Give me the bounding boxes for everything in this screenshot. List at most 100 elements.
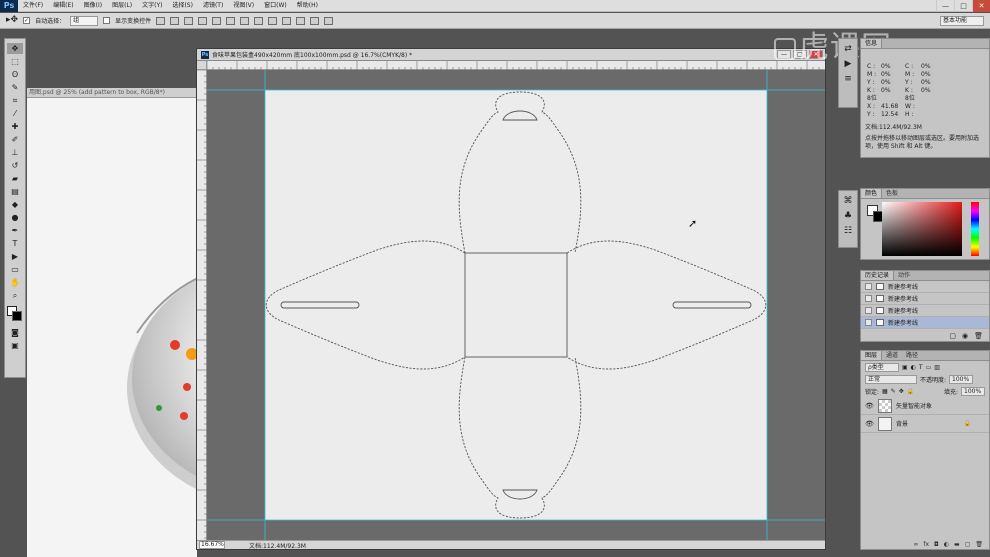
type-tool-icon[interactable]: T <box>7 238 23 249</box>
dodge-tool-icon[interactable]: ● <box>7 212 23 223</box>
tab-channels[interactable]: 通道 <box>882 351 902 360</box>
hand-tool-icon[interactable]: ✋ <box>7 277 23 288</box>
lock-position-icon[interactable]: ✥ <box>899 388 904 395</box>
history-item[interactable]: 新建参考线 <box>861 305 989 317</box>
quick-mask-icon[interactable]: ◙ <box>7 327 23 338</box>
move-tool-icon[interactable]: ✥ <box>7 43 23 54</box>
history-brush-tool-icon[interactable]: ↺ <box>7 160 23 171</box>
history-source-checkbox[interactable] <box>865 319 872 326</box>
align-bottom-icon[interactable] <box>184 16 194 25</box>
layer-row[interactable]: 👁 背景 🔒 <box>861 415 989 433</box>
adjustment-layer-icon[interactable]: ◐ <box>944 541 949 548</box>
fill-field[interactable]: 100% <box>961 386 985 396</box>
history-source-checkbox[interactable] <box>865 283 872 290</box>
zoom-tool-icon[interactable]: ⌕ <box>7 290 23 301</box>
minimize-button[interactable]: — <box>936 0 954 12</box>
menu-file[interactable]: 文件(F) <box>18 0 48 12</box>
layer-name[interactable]: 背景 <box>896 419 908 428</box>
menu-edit[interactable]: 编辑(E) <box>48 0 78 12</box>
distribute-top-icon[interactable] <box>240 16 250 25</box>
blend-mode-dropdown[interactable]: 正常 <box>865 374 917 384</box>
close-button[interactable]: ✕ <box>972 0 990 12</box>
document-title-bar[interactable]: Ps 食味苹果包装盒490x420mm 底100x100mm.psd @ 16.… <box>197 49 825 61</box>
filter-adjustment-icon[interactable]: ◐ <box>911 364 916 371</box>
opacity-field[interactable]: 100% <box>949 374 974 384</box>
lasso-tool-icon[interactable]: ʘ <box>7 69 23 80</box>
canvas-area[interactable] <box>207 70 825 540</box>
workspace-dropdown[interactable]: 基本功能 <box>940 16 984 26</box>
crop-tool-icon[interactable]: ⌗ <box>7 95 23 106</box>
align-hcenter-icon[interactable] <box>212 16 222 25</box>
align-left-icon[interactable] <box>198 16 208 25</box>
blur-tool-icon[interactable]: ◆ <box>7 199 23 210</box>
tab-actions[interactable]: 动作 <box>894 271 914 280</box>
auto-select-dropdown[interactable]: 组 <box>70 15 99 26</box>
tab-color[interactable]: 颜色 <box>861 189 883 198</box>
actions-panel-icon[interactable]: ▶ <box>845 60 852 69</box>
link-layers-icon[interactable]: ∞ <box>913 541 918 548</box>
menu-filter[interactable]: 滤镜(T) <box>198 0 228 12</box>
zoom-field[interactable]: 16.67% <box>199 541 225 549</box>
history-item[interactable]: 新建参考线 <box>861 293 989 305</box>
menu-type[interactable]: 文字(Y) <box>137 0 167 12</box>
clone-source-icon[interactable]: ♣ <box>844 212 852 221</box>
layer-row[interactable]: 👁 矢量智能对象 <box>861 397 989 415</box>
fx-icon[interactable]: fx <box>923 541 929 548</box>
auto-align-icon[interactable] <box>324 16 334 25</box>
menu-layer[interactable]: 图层(L) <box>107 0 137 12</box>
background-document-tab[interactable]: 用图.psd @ 25% (add pattern to box, RGB/8*… <box>27 88 197 98</box>
brush-tool-icon[interactable]: ✐ <box>7 134 23 145</box>
tab-layers[interactable]: 图层 <box>861 351 883 360</box>
menu-help[interactable]: 帮助(H) <box>292 0 323 12</box>
delete-layer-icon[interactable]: 🗑 <box>975 541 983 548</box>
ruler-origin[interactable] <box>197 61 207 70</box>
tab-swatches[interactable]: 色板 <box>882 189 902 198</box>
visibility-eye-icon[interactable]: 👁 <box>865 402 874 410</box>
auto-select-checkbox[interactable]: ✓ <box>23 17 31 24</box>
filter-shape-icon[interactable]: ▭ <box>926 364 932 371</box>
lock-pixels-icon[interactable]: ✎ <box>891 388 896 395</box>
eyedropper-tool-icon[interactable]: ⁄ <box>7 108 23 119</box>
history-source-checkbox[interactable] <box>865 307 872 314</box>
distribute-bottom-icon[interactable] <box>268 16 278 25</box>
hue-slider[interactable] <box>971 202 979 256</box>
align-right-icon[interactable] <box>226 16 236 25</box>
filter-pixel-icon[interactable]: ▣ <box>902 364 908 371</box>
background-color[interactable] <box>12 311 22 321</box>
menu-select[interactable]: 选择(S) <box>167 0 198 12</box>
layer-kind-filter[interactable]: ρ类型 <box>865 362 899 372</box>
new-layer-icon[interactable]: ▢ <box>965 541 971 548</box>
menu-image[interactable]: 图像(I) <box>79 0 107 12</box>
new-snapshot-icon[interactable]: ◉ <box>962 332 968 340</box>
history-item[interactable]: 新建参考线 <box>861 281 989 293</box>
tab-history[interactable]: 历史记录 <box>861 271 895 280</box>
history-item-selected[interactable]: 新建参考线 <box>861 317 989 329</box>
visibility-eye-icon[interactable]: 👁 <box>865 420 874 428</box>
history-source-checkbox[interactable] <box>865 295 872 302</box>
align-top-icon[interactable] <box>156 16 166 25</box>
document-size[interactable]: 文档:112.4M/92.3M <box>249 541 306 550</box>
clone-stamp-tool-icon[interactable]: ⊥ <box>7 147 23 158</box>
filter-smart-icon[interactable]: ▥ <box>934 364 940 371</box>
filter-type-icon[interactable]: T <box>919 364 923 371</box>
tab-paths[interactable]: 路径 <box>902 351 922 360</box>
pen-tool-icon[interactable]: ✒ <box>7 225 23 236</box>
brush-presets-icon[interactable]: ⌘ <box>844 197 853 206</box>
eraser-tool-icon[interactable]: ▰ <box>7 173 23 184</box>
horizontal-ruler[interactable] <box>206 61 825 70</box>
healing-brush-tool-icon[interactable]: ✚ <box>7 121 23 132</box>
delete-state-icon[interactable]: 🗑 <box>974 332 983 340</box>
menu-view[interactable]: 视图(V) <box>228 0 259 12</box>
screen-mode-icon[interactable]: ▣ <box>7 340 23 351</box>
path-select-tool-icon[interactable]: ▶ <box>7 251 23 262</box>
lock-transparency-icon[interactable]: ▦ <box>882 388 888 395</box>
new-group-icon[interactable]: ▬ <box>954 541 960 548</box>
shape-tool-icon[interactable]: ▭ <box>7 264 23 275</box>
adjustments-icon[interactable]: ☷ <box>844 227 852 236</box>
foreground-background-swatch[interactable] <box>7 306 23 322</box>
quick-select-tool-icon[interactable]: ✎ <box>7 82 23 93</box>
distribute-right-icon[interactable] <box>310 16 320 25</box>
lock-all-icon[interactable]: 🔒 <box>907 388 914 395</box>
marquee-tool-icon[interactable]: ⬚ <box>7 56 23 67</box>
menu-window[interactable]: 窗口(W) <box>259 0 292 12</box>
